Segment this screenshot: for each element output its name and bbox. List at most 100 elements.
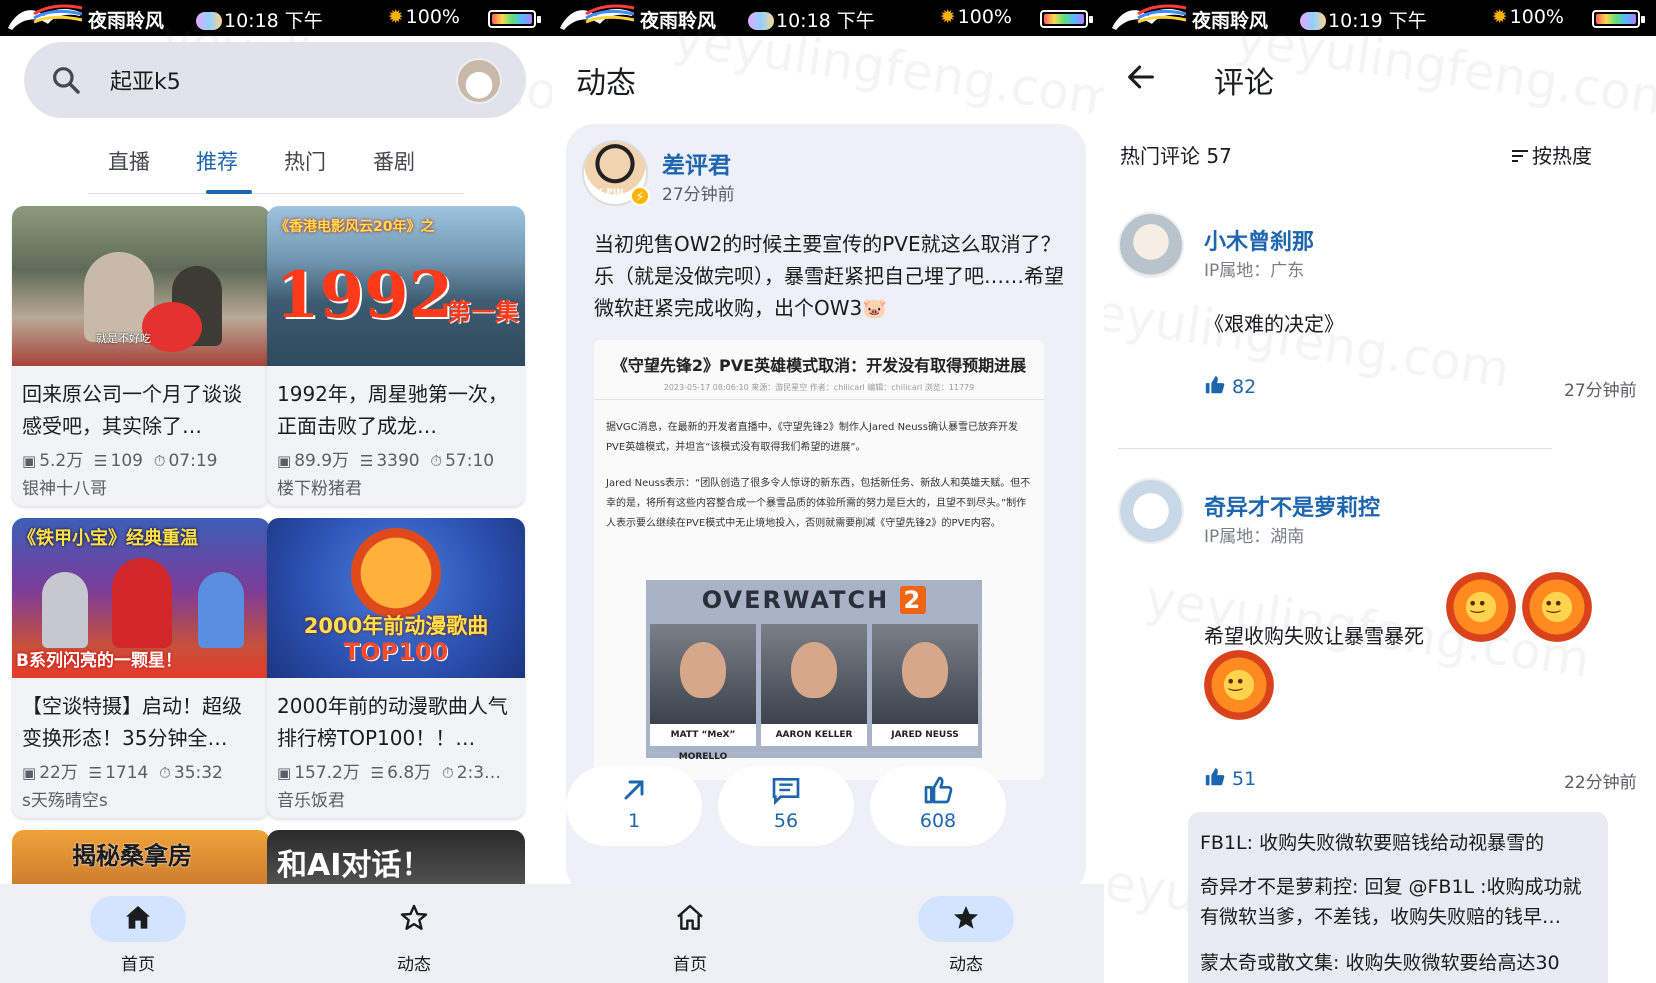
thumbnail-title: 《香港电影风云20年》之 [275,219,435,235]
brightness-icon: ✹ [387,6,404,28]
overwatch-logo: OVERWATCH 2 [646,586,982,614]
danmaku-count: 1714 [105,763,149,783]
video-title: 【空谈特摄】启动！超级变换形态！35分钟全… [22,694,242,750]
reply-preview[interactable]: FB1L: 收购失败微软要赔钱给动视暴雪的 奇异才不是萝莉控: 回复 @FB1L… [1188,812,1608,983]
video-meta: ▣ 5.2万 ☰ 109 ⏱ 07:19 [22,446,266,471]
commenter-ip: IP属地：湖南 [1204,527,1305,547]
star-outline-icon [400,904,428,930]
play-count-icon: ▣ [277,764,292,782]
comment-like-button[interactable]: 51 [1204,766,1256,790]
brightness-icon: ✹ [939,6,956,28]
app-name: 夜雨聆风 [1192,10,1269,32]
forward-button[interactable]: 1 [566,766,702,846]
duration: 35:32 [173,763,223,783]
duration-icon: ⏱ [430,452,443,470]
video-card[interactable]: 2000年前动漫歌曲 TOP100 2000年前的动漫歌曲人气排行榜TOP100… [267,518,525,818]
post-time: 27分钟前 [662,185,735,205]
video-author[interactable]: 银神十八哥 [22,474,107,499]
thumbnail-episode: 第一集 [447,298,519,326]
nav-dynamic[interactable]: 动态 [886,884,1046,983]
panel-name: JARED NEUSS [872,724,978,746]
thumbnail-title: 2000年前动漫歌曲 [303,614,489,638]
video-thumbnail: 《香港电影风云20年》之 1992 第一集 [267,206,525,366]
commenter-name[interactable]: 小木曾刹那 [1204,224,1314,256]
app-name: 夜雨聆风 [640,10,717,32]
thumb-up-icon [924,776,953,804]
sort-label: 按热度 [1532,144,1592,168]
time-text: 10:18 下午 [776,10,875,32]
poster-name[interactable]: 差评君 [662,146,731,180]
comment-divider [1118,448,1552,449]
tab-recommend[interactable]: 推荐 [196,146,238,176]
tab-hot[interactable]: 热门 [284,146,326,176]
post-image[interactable]: 《守望先锋2》PVE英雄模式取消：开发没有取得预期进展 2023-05-17 0… [594,340,1044,780]
search-bar[interactable]: 起亚k5 [24,42,526,118]
video-card[interactable]: 就是不好吃 回来原公司一个月了谈谈感受吧，其实除了… ▣ 5.2万 ☰ 109 ⏱ 0… [12,206,270,506]
commenter-avatar[interactable] [1118,212,1184,278]
search-input[interactable]: 起亚k5 [110,64,181,96]
video-card[interactable]: 揭秘桑拿房 [12,830,270,890]
star-icon [954,906,978,929]
view-count: 5.2万 [39,451,84,471]
bottom-nav: 首页 动态 [552,884,1104,983]
comment-count: 56 [773,810,799,832]
back-arrow-icon[interactable] [1124,60,1158,94]
search-icon [53,67,80,94]
clock: 10:19 下午 [1300,6,1427,33]
home-icon [126,906,150,929]
user-avatar[interactable] [456,58,502,104]
nav-dynamic[interactable]: 动态 [334,884,494,983]
tab-live[interactable]: 直播 [108,146,150,176]
video-card[interactable]: 《铁甲小宝》经典重温 B系列闪亮的一颗星！ 【空谈特摄】启动！超级变换形态！35… [12,518,270,818]
thumbnail-subtitle: TOP100 [343,638,449,666]
duration-icon: ⏱ [159,764,171,782]
commenter-avatar[interactable] [1118,478,1184,544]
commenter-name[interactable]: 奇异才不是萝莉控 [1204,490,1380,522]
comment-button[interactable]: 56 [718,766,854,846]
comment-text: 《艰难的决定》 [1204,312,1344,336]
reply-item: 奇异才不是萝莉控: 回复 @FB1L :收购成功就有微软当爹，不差钱，收购失败赔… [1200,876,1582,928]
video-author[interactable]: s天殇晴空s [22,786,108,811]
nav-home[interactable]: 首页 [610,884,770,983]
thumb-up-filled-icon [1205,376,1225,394]
clock: 10:18 下午 [748,6,875,33]
video-title: 回来原公司一个月了谈谈感受吧，其实除了… [22,382,242,438]
page-title: 动态 [576,66,636,101]
danmaku-count: 6.8万 [387,763,432,783]
verified-badge-icon: ⚡ [630,186,650,206]
video-author[interactable]: 楼下粉猪君 [277,474,362,499]
avatar-label: X.PIN [596,188,624,198]
danmaku-icon: ☰ [370,764,385,782]
home-screen: 夜雨聆风 10:18 下午 ✹100% yeyulingfeng.com yey… [0,0,552,983]
thumbnail-title: 《铁甲小宝》经典重温 [18,528,198,549]
page-title: 评论 [1214,66,1274,101]
forward-icon [624,780,644,800]
app-logo-icon [8,4,83,30]
video-card[interactable]: 《香港电影风云20年》之 1992 第一集 1992年，周星驰第一次，正面击败了… [267,206,525,506]
video-author[interactable]: 音乐饭君 [277,786,345,811]
sort-button[interactable]: 按热度 [1512,140,1592,169]
battery-text: 100% [405,6,460,28]
status-bar: 夜雨聆风 10:18 下午 ✹ 100% [552,0,1104,36]
video-card[interactable]: 和AI对话！ [267,830,525,890]
like-button[interactable]: 608 [870,766,1006,846]
explosion-emoji-icon [1522,572,1592,642]
view-count: 22万 [39,763,78,783]
thumb-up-filled-icon [1205,768,1225,786]
battery-percent: ✹ 100% [940,6,1012,28]
tab-bangumi[interactable]: 番剧 [373,146,415,176]
like-count: 608 [919,810,957,832]
explosion-emoji-icon [1204,650,1274,720]
nav-home[interactable]: 首页 [58,884,218,983]
explosion-emoji-icon [1446,572,1516,642]
video-meta: ▣ 22万 ☰ 1714 ⏱ 35:32 [22,758,266,783]
overwatch-image: OVERWATCH 2 MATT “MeX” MORELLO AARON KEL… [646,580,982,762]
video-meta: ▣ 89.9万 ☰ 3390 ⏱ 57:10 [277,446,521,471]
view-count: 157.2万 [294,763,360,783]
thumbnail-subtitle: B系列闪亮的一颗星！ [16,651,182,671]
comment-time: 22分钟前 [1564,773,1637,793]
home-tabs: 直播 推荐 热门 番剧 [88,138,464,194]
status-bar: 夜雨聆风 10:19 下午 ✹ 100% [1104,0,1656,36]
comment-like-button[interactable]: 82 [1204,374,1256,398]
play-count-icon: ▣ [22,764,37,782]
